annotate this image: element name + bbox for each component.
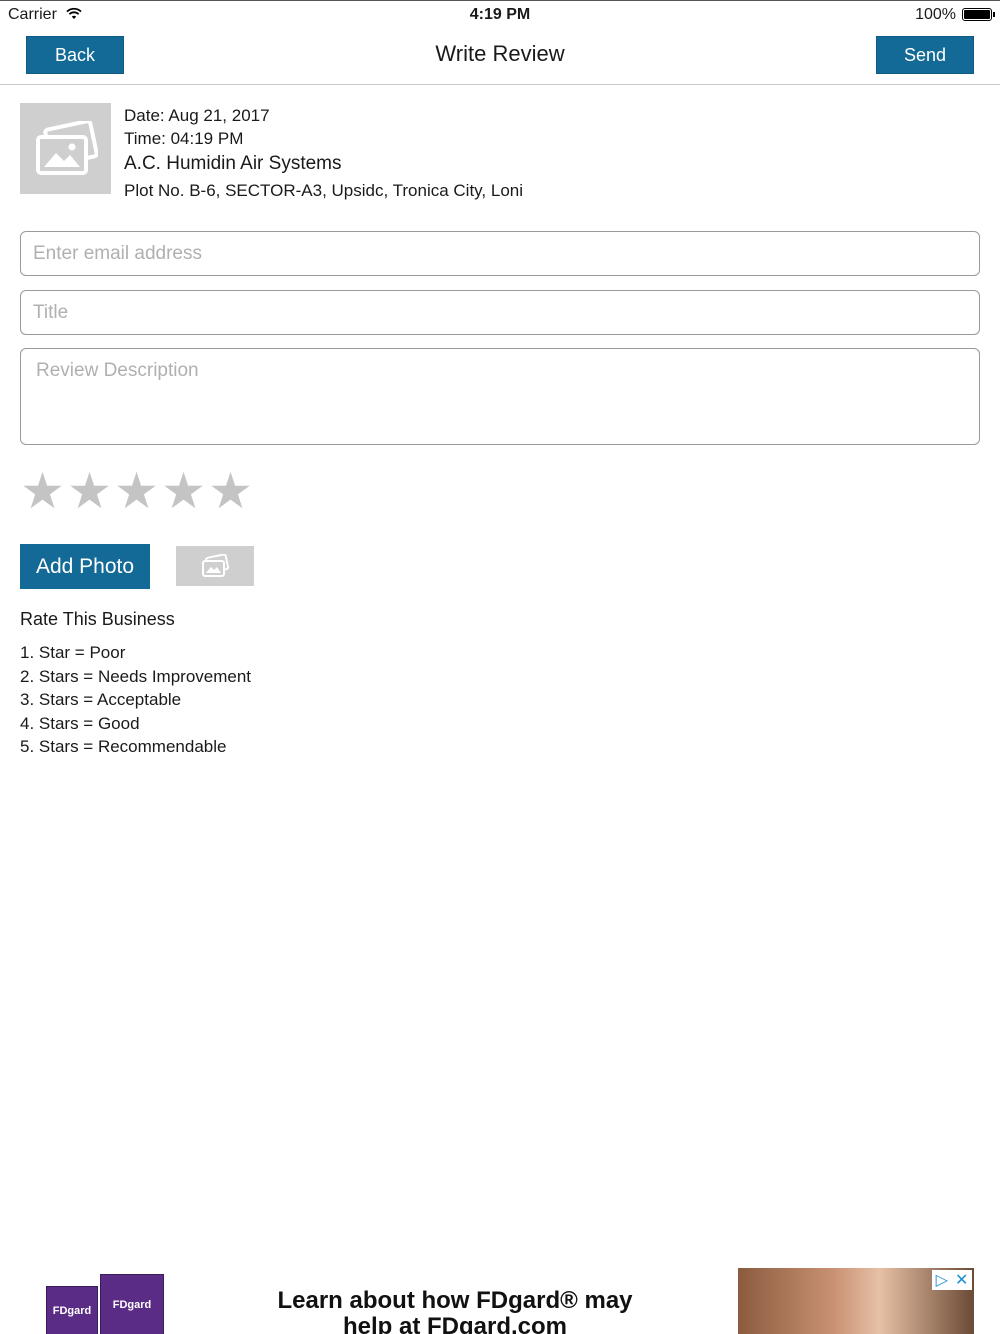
status-bar: Carrier 4:19 PM 100% (0, 0, 1000, 29)
rating-guide-heading: Rate This Business (20, 609, 175, 629)
email-input[interactable] (21, 232, 979, 275)
list-item: 1. Star = Poor (20, 643, 126, 662)
review-description-field[interactable] (20, 348, 980, 445)
status-time: 4:19 PM (469, 6, 531, 23)
star-icon[interactable]: ★ (114, 466, 159, 516)
ad-controls[interactable]: ▷ ✕ (932, 1270, 972, 1290)
review-time: Time: 04:19 PM (124, 129, 244, 148)
business-image-icon (20, 103, 111, 194)
list-item: 5. Stars = Recommendable (20, 737, 227, 756)
review-date: Date: Aug 21, 2017 (124, 106, 270, 125)
add-photo-button[interactable]: Add Photo (20, 544, 150, 589)
business-address: Plot No. B-6, SECTOR-A3, Upsidc, Tronica… (124, 181, 524, 200)
adchoices-icon[interactable]: ▷ (936, 1270, 948, 1290)
product-box-image: FDgard (46, 1286, 98, 1334)
battery-percent: 100% (915, 6, 956, 23)
battery-icon (962, 8, 995, 21)
list-item: 2. Stars = Needs Improvement (20, 666, 252, 686)
business-name: A.C. Humidin Air Systems (124, 153, 342, 174)
email-field[interactable] (20, 231, 980, 276)
send-button[interactable]: Send (876, 36, 974, 74)
ad-text[interactable]: Learn about how FDgard® may help at FDga… (250, 1288, 660, 1334)
close-icon[interactable]: ✕ (955, 1270, 968, 1290)
star-rating[interactable]: ★ ★ ★ ★ ★ (20, 466, 253, 516)
ad-banner[interactable]: FDgard FDgard Learn about how FDgard® ma… (20, 1268, 980, 1334)
list-item: 3. Stars = Acceptable (20, 690, 182, 709)
list-item: 4. Stars = Good (20, 713, 140, 733)
star-icon[interactable]: ★ (67, 466, 112, 516)
star-icon[interactable]: ★ (208, 466, 253, 516)
navigation-bar: Back Write Review Send (0, 28, 1000, 85)
page-title: Write Review (435, 41, 565, 66)
title-input[interactable] (21, 291, 979, 334)
review-description-input[interactable] (21, 349, 979, 444)
star-icon[interactable]: ★ (161, 466, 206, 516)
title-field[interactable] (20, 290, 980, 335)
product-box-image: FDgard (100, 1274, 164, 1334)
rating-guide-list: 1. Star = Poor 2. Stars = Needs Improvem… (20, 641, 251, 759)
photo-slot-icon[interactable] (176, 546, 254, 586)
business-info: Date: Aug 21, 2017 Time: 04:19 PM A.C. H… (124, 104, 523, 202)
star-icon[interactable]: ★ (20, 466, 65, 516)
